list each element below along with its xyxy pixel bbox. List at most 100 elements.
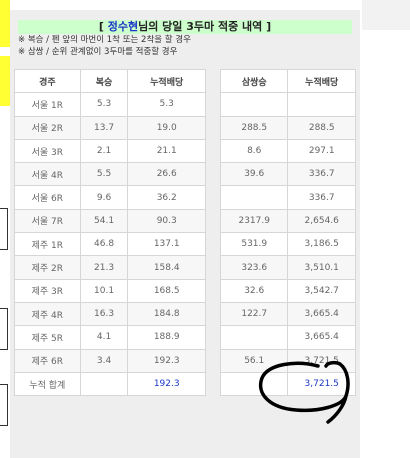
trifecta-cell: 122.7 bbox=[219, 301, 289, 327]
table-row: 서울 4R 5.5 26.6 bbox=[14, 162, 206, 187]
table-row: 제주 6R 3.4 192.3 bbox=[14, 348, 206, 373]
table-row: 288.5 288.5 bbox=[219, 115, 356, 140]
total-accumulated-cell: 192.3 bbox=[127, 371, 206, 397]
accumulated-cell: 3,542.7 bbox=[287, 278, 356, 303]
quinella-table: 경주 복승 누적배당 서울 1R 5.3 5.3 서울 2R 13.7 19.0 서울 3R… bbox=[14, 68, 206, 397]
quinella-cell: 9.6 bbox=[79, 185, 129, 210]
race-cell: 제주 3R bbox=[14, 278, 81, 303]
race-cell: 서울 7R bbox=[14, 208, 81, 234]
note-quinella: ※ 복승 / 펜 앞의 마번이 1착 또는 2착을 할 경우 bbox=[18, 35, 191, 45]
accumulated-cell: 5.3 bbox=[127, 92, 206, 117]
accumulated-cell: 90.3 bbox=[127, 208, 206, 234]
trifecta-table: 삼쌍승 누적배당 288.5 288.5 8.6 297.1 39.6 336.7 336.… bbox=[219, 68, 356, 397]
table-row: 323.6 3,510.1 bbox=[219, 255, 356, 280]
accumulated-cell: 3,665.4 bbox=[287, 325, 356, 350]
total-row: 누적 합계 192.3 bbox=[14, 371, 206, 397]
table-row: 제주 2R 21.3 158.4 bbox=[14, 255, 206, 280]
accumulated-cell: 19.0 bbox=[127, 115, 206, 140]
trifecta-cell: 8.6 bbox=[219, 138, 289, 164]
race-cell: 제주 4R bbox=[14, 301, 81, 327]
left-highlight-block-middle bbox=[0, 56, 10, 106]
table-row: 3,665.4 bbox=[219, 325, 356, 350]
table-row bbox=[219, 92, 356, 117]
hand-drawn-circle-mark bbox=[258, 360, 350, 424]
right-edge-panel bbox=[362, 0, 410, 30]
title-bracket: [ bbox=[98, 20, 108, 33]
header-trifecta: 삼쌍승 bbox=[219, 68, 289, 94]
accumulated-cell: 336.7 bbox=[287, 185, 356, 210]
race-cell: 제주 6R bbox=[14, 348, 81, 373]
trifecta-cell: 531.9 bbox=[219, 232, 289, 257]
race-cell: 서울 6R bbox=[14, 185, 81, 210]
accumulated-cell: 21.1 bbox=[127, 138, 206, 164]
race-cell: 제주 5R bbox=[14, 325, 81, 350]
total-race-cell: 누적 합계 bbox=[14, 371, 81, 397]
page-title: [ 정수현님의 당일 3두마 적중 내역 ] bbox=[18, 20, 352, 34]
quinella-cell: 46.8 bbox=[79, 232, 129, 257]
accumulated-cell: 137.1 bbox=[127, 232, 206, 257]
race-cell: 서울 2R bbox=[14, 115, 81, 140]
table-row: 제주 4R 16.3 184.8 bbox=[14, 301, 206, 327]
race-cell: 서울 1R bbox=[14, 92, 81, 117]
accumulated-cell: 184.8 bbox=[127, 301, 206, 327]
left-edge-box-2 bbox=[0, 308, 8, 350]
accumulated-cell: 26.6 bbox=[127, 162, 206, 187]
table-row: 32.6 3,542.7 bbox=[219, 278, 356, 303]
table-row: 제주 3R 10.1 168.5 bbox=[14, 278, 206, 303]
race-cell: 서울 3R bbox=[14, 138, 81, 164]
race-cell: 서울 4R bbox=[14, 162, 81, 187]
quinella-cell: 54.1 bbox=[79, 208, 129, 234]
header-accumulated: 누적배당 bbox=[127, 68, 206, 94]
quinella-cell: 13.7 bbox=[79, 115, 129, 140]
table-row: 서울 2R 13.7 19.0 bbox=[14, 115, 206, 140]
trifecta-cell: 323.6 bbox=[219, 255, 289, 280]
table-row: 39.6 336.7 bbox=[219, 162, 356, 187]
table-row: 제주 1R 46.8 137.1 bbox=[14, 232, 206, 257]
quinella-cell: 2.1 bbox=[79, 138, 129, 164]
header-race: 경주 bbox=[14, 68, 81, 94]
accumulated-cell: 3,665.4 bbox=[287, 301, 356, 327]
quinella-cell: 10.1 bbox=[79, 278, 129, 303]
left-edge-box-1 bbox=[0, 208, 8, 250]
accumulated-cell: 192.3 bbox=[127, 348, 206, 373]
accumulated-cell: 168.5 bbox=[127, 278, 206, 303]
left-highlight-block-top bbox=[0, 0, 10, 47]
trifecta-cell: 39.6 bbox=[219, 162, 289, 187]
table-header-row: 삼쌍승 누적배당 bbox=[219, 68, 356, 94]
accumulated-cell: 288.5 bbox=[287, 115, 356, 140]
quinella-cell: 5.3 bbox=[79, 92, 129, 117]
quinella-cell: 5.5 bbox=[79, 162, 129, 187]
accumulated-cell: 3,186.5 bbox=[287, 232, 356, 257]
trifecta-cell bbox=[219, 185, 289, 210]
race-cell: 제주 2R bbox=[14, 255, 81, 280]
trifecta-cell bbox=[219, 325, 289, 350]
trifecta-cell: 2317.9 bbox=[219, 208, 289, 234]
table-row: 8.6 297.1 bbox=[219, 138, 356, 164]
accumulated-cell bbox=[287, 92, 356, 117]
quinella-cell: 16.3 bbox=[79, 301, 129, 327]
trifecta-cell: 32.6 bbox=[219, 278, 289, 303]
accumulated-cell: 36.2 bbox=[127, 185, 206, 210]
title-member-name: 정수현 bbox=[107, 20, 139, 33]
table-row: 제주 5R 4.1 188.9 bbox=[14, 325, 206, 350]
quinella-cell: 4.1 bbox=[79, 325, 129, 350]
quinella-cell: 21.3 bbox=[79, 255, 129, 280]
table-row: 서울 6R 9.6 36.2 bbox=[14, 185, 206, 210]
accumulated-cell: 336.7 bbox=[287, 162, 356, 187]
table-row: 서울 3R 2.1 21.1 bbox=[14, 138, 206, 164]
trifecta-cell: 288.5 bbox=[219, 115, 289, 140]
table-row: 336.7 bbox=[219, 185, 356, 210]
note-trifecta: ※ 삼쌍 / 순위 관계없이 3두마를 적중할 경우 bbox=[18, 47, 178, 57]
trifecta-cell bbox=[219, 92, 289, 117]
quinella-cell: 3.4 bbox=[79, 348, 129, 373]
accumulated-cell: 188.9 bbox=[127, 325, 206, 350]
table-row: 서울 1R 5.3 5.3 bbox=[14, 92, 206, 117]
accumulated-cell: 3,510.1 bbox=[287, 255, 356, 280]
accumulated-cell: 2,654.6 bbox=[287, 208, 356, 234]
accumulated-cell: 158.4 bbox=[127, 255, 206, 280]
race-cell: 제주 1R bbox=[14, 232, 81, 257]
table-row: 서울 7R 54.1 90.3 bbox=[14, 208, 206, 234]
header-quinella: 복승 bbox=[79, 68, 129, 94]
table-header-row: 경주 복승 누적배당 bbox=[14, 68, 206, 94]
table-row: 2317.9 2,654.6 bbox=[219, 208, 356, 234]
